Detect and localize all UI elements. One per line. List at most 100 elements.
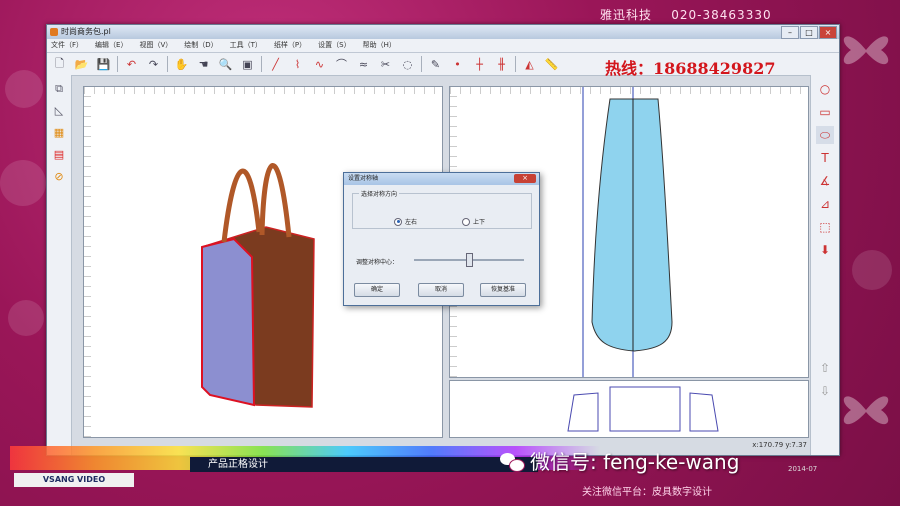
shape-icon[interactable]: ◺ [51,103,67,119]
curve-tool-icon[interactable]: ∿ [311,56,328,73]
caption-text: 产品正格设计 [208,459,268,470]
maximize-button[interactable]: □ [800,26,818,39]
video-date: 2014-07 [788,465,818,473]
horizontal-ruler [84,87,442,94]
video-logo: VSANG VIDEO [14,473,134,487]
toolbar-divider [515,56,516,72]
butterfly-icon [843,36,889,65]
toolbar-divider [117,56,118,72]
circle-icon[interactable]: ○ [816,80,834,98]
select-icon[interactable]: ✋ [173,56,190,73]
menu-file[interactable]: 文件（F） [51,39,83,52]
polyline-tool-icon[interactable]: ⌇ [289,56,306,73]
decor-flower [8,300,44,336]
follow-text: 关注微信平台：皮具数字设计 [582,487,712,498]
direction-group: 选择对称方向 [352,189,532,229]
angle-icon[interactable]: ∡ [816,172,834,190]
bezier-tool-icon[interactable]: ≈ [355,56,372,73]
company-name: 雅迅科技 [600,8,653,22]
radio-unselected-icon [462,217,470,226]
undo-icon[interactable]: ↶ [123,56,140,73]
symmetry-axis-dialog: 设置对称轴 × 选择对称方向 左右 上下 调整对称中心： 确定 取消 恢复基准 [343,172,540,306]
menu-tools[interactable]: 工具（T） [230,39,262,52]
close-button[interactable]: × [819,26,837,39]
dialog-title: 设置对称轴 [348,175,379,182]
main-toolbar: 🗋 📂 💾 ↶ ↷ ✋ ☚ 🔍 ▣ ╱ ⌇ ∿ ⌒ ≈ ✂ ◌ ✎ • ┼ ╫ … [47,53,839,78]
window-title: 时尚商务包.pl [61,27,111,36]
point-tool-icon[interactable]: • [449,56,466,73]
open-folder-icon[interactable]: 📂 [73,56,90,73]
caption-bar: 产品正格设计 [190,457,538,472]
hotline-banner: 热线：18688429827 [605,59,776,78]
menu-settings[interactable]: 设置（S） [318,39,350,52]
direction-group-label: 选择对称方向 [359,189,400,198]
scroll-up-icon[interactable]: ⇧ [816,359,834,377]
measure-tool-icon[interactable]: 📏 [543,56,560,73]
radio-left-right[interactable]: 左右 [394,217,417,226]
radio-selected-icon [394,217,402,226]
toolbar-divider [167,56,168,72]
cancel-button[interactable]: 取消 [418,283,464,297]
dialog-titlebar[interactable]: 设置对称轴 × [344,173,539,185]
mark-tool-icon[interactable]: ┼ [471,56,488,73]
minimize-button[interactable]: – [781,26,799,39]
radio-up-down-label: 上下 [473,219,486,226]
menu-draw[interactable]: 绘制（D） [184,39,217,52]
parallel-tool-icon[interactable]: ╫ [493,56,510,73]
arc-tool-icon[interactable]: ⌒ [333,56,350,73]
reset-button[interactable]: 恢复基准 [480,283,526,297]
dimension-icon[interactable]: ⊿ [816,195,834,213]
dialog-close-button[interactable]: × [514,174,536,183]
fit-view-icon[interactable]: ▣ [239,56,256,73]
text-icon[interactable]: T [816,149,834,167]
decor-flower [5,70,43,108]
wechat-id: 微信号: feng-ke-wang [530,450,740,474]
menu-help[interactable]: 帮助（H） [363,39,396,52]
toolbar-divider [421,56,422,72]
radio-up-down[interactable]: 上下 [462,217,485,226]
new-file-icon[interactable]: 🗋 [51,56,68,73]
download-icon[interactable]: ⬇ [816,241,834,259]
ok-button[interactable]: 确定 [354,283,400,297]
pen-tool-icon[interactable]: ✎ [427,56,444,73]
zoom-icon[interactable]: 🔍 [217,56,234,73]
company-phone: 020-38463330 [671,8,772,22]
butterfly-icon [843,396,889,425]
line-tool-icon[interactable]: ╱ [267,56,284,73]
layer-icon[interactable]: ⧉ [51,81,67,97]
circle-tool-icon[interactable]: ◌ [399,56,416,73]
cursor-coordinates: x:170.79 y:7.37 [752,441,807,449]
pattern-preview-strip[interactable] [449,380,809,438]
menu-bar: 文件（F） 编辑（E） 视图（V） 绘制（D） 工具（T） 纸样（P） 设置（S… [47,39,839,53]
scroll-down-icon[interactable]: ⇩ [816,382,834,400]
wechat-watermark: 微信号: feng-ke-wang [500,446,739,475]
split-tool-icon[interactable]: ✂ [377,56,394,73]
pattern-outline-preview [567,386,719,432]
symmetry-icon[interactable]: ⬭ [816,126,834,144]
menu-edit[interactable]: 编辑（E） [95,39,127,52]
color-palette-icon[interactable]: ▤ [51,147,67,163]
rectangle-icon[interactable]: ▭ [816,103,834,121]
material-icon[interactable]: ▦ [51,125,67,141]
brand-header: 雅迅科技 020-38463330 [600,6,772,23]
center-slider-label: 调整对称中心： [356,259,399,266]
radio-left-right-label: 左右 [405,219,418,226]
pan-icon[interactable]: ☚ [195,56,212,73]
vertical-ruler [84,87,91,437]
center-slider-thumb[interactable] [466,253,473,267]
redo-icon[interactable]: ↷ [145,56,162,73]
mirror-tool-icon[interactable]: ◭ [521,56,538,73]
hide-icon[interactable]: ⊘ [51,169,67,185]
right-toolbar: ○ ▭ ⬭ T ∡ ⊿ ⬚ ⬇ ⇧ ⇩ [810,75,839,455]
app-icon [50,28,58,36]
left-toolbar: ⧉ ◺ ▦ ▤ ⊘ [47,75,72,455]
wechat-icon [500,451,525,472]
grid-icon[interactable]: ⬚ [816,218,834,236]
menu-pattern[interactable]: 纸样（P） [274,39,306,52]
save-icon[interactable]: 💾 [95,56,112,73]
toolbar-divider [261,56,262,72]
horizontal-ruler [450,87,808,94]
menu-view[interactable]: 视图（V） [139,39,172,52]
decor-flower [0,160,46,206]
window-titlebar[interactable]: 时尚商务包.pl – □ × [47,25,839,39]
